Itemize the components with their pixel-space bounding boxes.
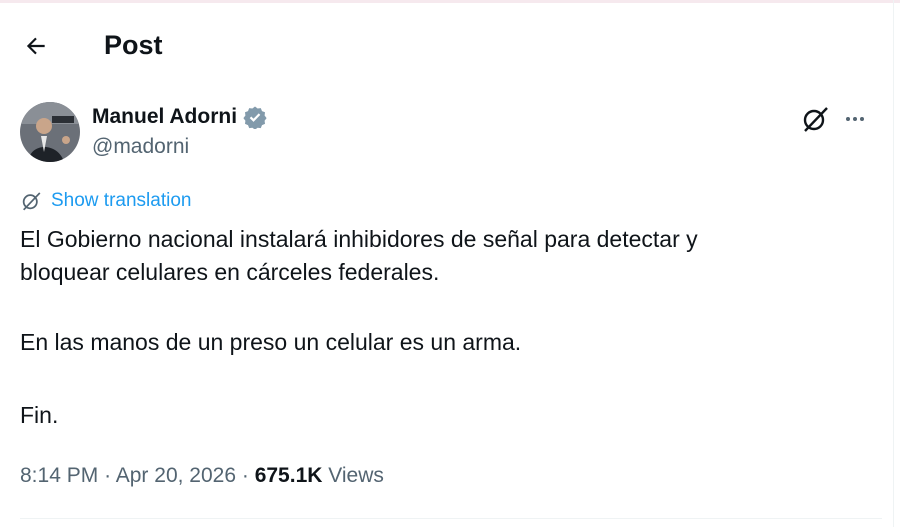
verified-badge-icon [243, 106, 267, 129]
post-time[interactable]: 8:14 PM [20, 464, 98, 487]
author-handle[interactable]: @madorni [92, 133, 189, 161]
post-meta: 8:14 PM · Apr 20, 2026 · 675.1K Views [20, 462, 384, 490]
divider [20, 518, 882, 519]
page-header: Post [0, 14, 893, 74]
author-name[interactable]: Manuel Adorni [92, 103, 267, 131]
more-button[interactable] [840, 104, 870, 134]
right-border [893, 0, 894, 527]
post-text: El Gobierno nacional instalará inhibidor… [20, 223, 880, 432]
grok-button[interactable] [800, 104, 830, 134]
post-date[interactable]: Apr 20, 2026 [116, 464, 236, 487]
grok-icon [803, 107, 828, 132]
top-border [0, 0, 900, 3]
page-title: Post [104, 30, 163, 60]
post-line-2: bloquear celulares en cárceles federales… [20, 259, 440, 285]
show-translation-label: Show translation [51, 190, 192, 211]
meta-separator: · [241, 464, 249, 487]
views-label: Views [328, 464, 384, 487]
meta-separator: · [104, 464, 112, 487]
translate-icon [22, 192, 41, 211]
post-line-1: El Gobierno nacional instalará inhibidor… [20, 226, 698, 252]
arrow-left-icon [26, 37, 45, 55]
more-icon [846, 117, 864, 121]
post-paragraph-3: Fin. [20, 402, 59, 428]
avatar[interactable] [20, 102, 80, 162]
views-count[interactable]: 675.1K [255, 464, 323, 487]
back-button[interactable] [18, 28, 54, 64]
show-translation-link[interactable]: Show translation [20, 189, 191, 213]
author-name-text: Manuel Adorni [92, 105, 238, 128]
post-paragraph-2: En las manos de un preso un celular es u… [20, 329, 522, 355]
